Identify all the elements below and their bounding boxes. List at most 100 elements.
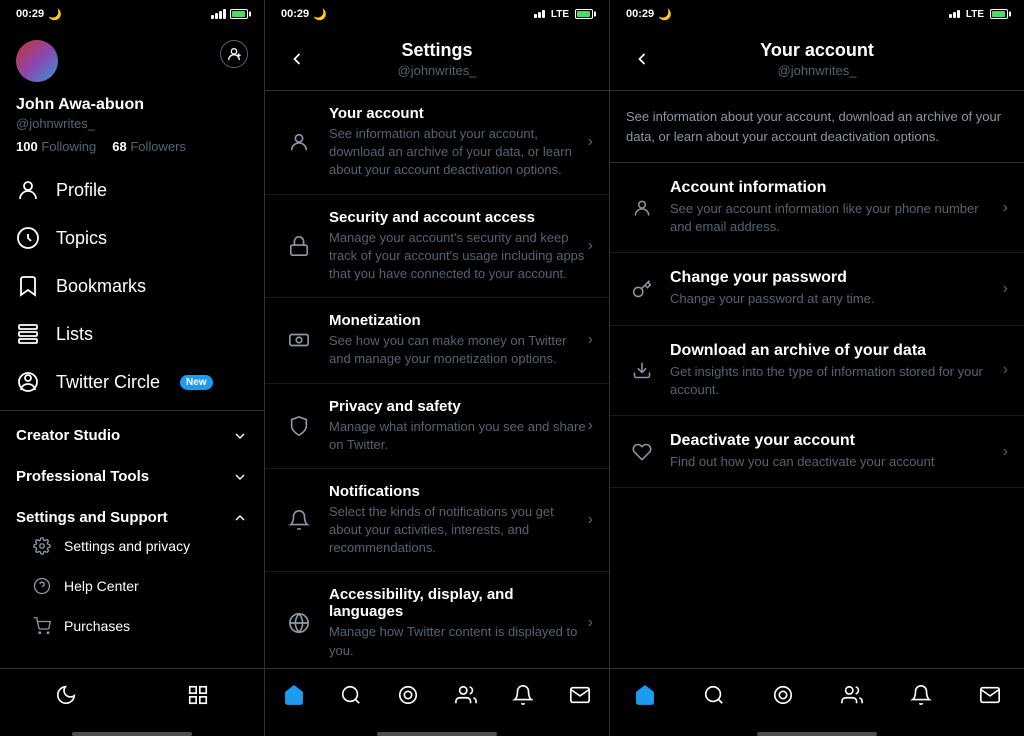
signal-area-3: LTE xyxy=(949,9,1008,20)
professional-tools-section[interactable]: Professional Tools xyxy=(0,456,264,497)
sub-item-purchases[interactable]: Purchases xyxy=(32,606,248,646)
download-archive-desc: Get insights into the type of informatio… xyxy=(670,363,1003,399)
settings-item-notifications[interactable]: Notifications Select the kinds of notifi… xyxy=(265,469,609,573)
settings-item-privacy[interactable]: Privacy and safety Manage what informati… xyxy=(265,384,609,469)
followers-stat: 68 Followers xyxy=(112,139,186,154)
settings-support-subitems: Settings and privacy Help Center xyxy=(16,526,248,646)
settings-handle: @johnwrites_ xyxy=(313,63,561,78)
time-3: 00:29 xyxy=(626,8,654,20)
monetization-title: Monetization xyxy=(329,312,588,329)
key-icon xyxy=(626,273,658,305)
bottom-people-icon-3[interactable] xyxy=(836,679,868,711)
lte-label-2: LTE xyxy=(551,9,569,20)
bottom-nav-3 xyxy=(610,668,1024,728)
ya-item-change-password[interactable]: Change your password Change your passwor… xyxy=(610,253,1024,325)
nav-label-lists: Lists xyxy=(56,324,93,345)
bottom-grid-icon[interactable] xyxy=(182,679,214,711)
bottom-home-icon-2[interactable] xyxy=(278,679,310,711)
chevron-icon-3: › xyxy=(588,331,593,349)
notifications-title: Notifications xyxy=(329,483,588,500)
creator-studio-section[interactable]: Creator Studio xyxy=(0,415,264,456)
security-icon xyxy=(281,228,317,264)
bottom-mail-icon-2[interactable] xyxy=(564,679,596,711)
battery-icon-1 xyxy=(230,9,248,19)
ya-item-account-info[interactable]: Account information See your account inf… xyxy=(610,163,1024,253)
bottom-moon-icon[interactable] xyxy=(50,679,82,711)
ya-chevron-1: › xyxy=(1003,199,1008,217)
bottom-mail-icon-3[interactable] xyxy=(974,679,1006,711)
bottom-people-icon-2[interactable] xyxy=(450,679,482,711)
download-archive-title: Download an archive of your data xyxy=(670,342,1003,360)
bottom-bell-icon-3[interactable] xyxy=(905,679,937,711)
signal-bars-3 xyxy=(949,10,960,18)
your-account-title: Your account xyxy=(658,40,976,61)
your-account-icon xyxy=(281,124,317,160)
settings-item-your-account[interactable]: Your account See information about your … xyxy=(265,91,609,195)
signal-area-1 xyxy=(211,9,248,19)
ya-chevron-2: › xyxy=(1003,280,1008,298)
home-indicator-1 xyxy=(72,732,192,736)
back-button-2[interactable] xyxy=(281,43,313,75)
ya-item-download-archive[interactable]: Download an archive of your data Get ins… xyxy=(610,326,1024,416)
bell-icon xyxy=(281,502,317,538)
deactivate-title: Deactivate your account xyxy=(670,432,1003,450)
your-account-desc: See information about your account, down… xyxy=(329,125,588,180)
your-account-intro: See information about your account, down… xyxy=(610,91,1024,163)
time-1: 00:29 xyxy=(16,8,44,20)
bottom-search-icon-2[interactable] xyxy=(335,679,367,711)
chevron-icon-6: › xyxy=(588,614,593,632)
change-password-title: Change your password xyxy=(670,269,1003,287)
back-button-3[interactable] xyxy=(626,43,658,75)
avatar[interactable] xyxy=(16,40,58,82)
bottom-spaces-icon-2[interactable] xyxy=(392,679,424,711)
your-account-header-center: Your account @johnwrites_ xyxy=(658,40,976,78)
panel-your-account: 00:29 🌙 LTE Your account @johnwrites_ xyxy=(610,0,1024,736)
lte-label-3: LTE xyxy=(966,9,984,20)
sub-item-settings-privacy[interactable]: Settings and privacy xyxy=(32,526,248,566)
accessibility-desc: Manage how Twitter content is displayed … xyxy=(329,623,588,659)
nav-item-lists[interactable]: Lists xyxy=(0,310,264,358)
account-info-desc: See your account information like your p… xyxy=(670,200,1003,236)
nav-label-bookmarks: Bookmarks xyxy=(56,276,146,297)
bookmark-icon xyxy=(16,274,40,298)
bottom-spaces-icon-3[interactable] xyxy=(767,679,799,711)
settings-support-section[interactable]: Settings and Support Settings and privac… xyxy=(0,497,264,658)
ya-item-deactivate[interactable]: Deactivate your account Find out how you… xyxy=(610,416,1024,488)
home-indicator-3 xyxy=(757,732,877,736)
settings-support-header: Settings and Support xyxy=(16,509,248,526)
download-icon xyxy=(626,354,658,386)
settings-list: Your account See information about your … xyxy=(265,91,609,668)
chevron-icon-2: › xyxy=(588,237,593,255)
user-section xyxy=(0,28,264,90)
nav-item-twitter-circle[interactable]: Twitter Circle New xyxy=(0,358,264,406)
settings-title: Settings xyxy=(313,40,561,61)
settings-header: Settings @johnwrites_ xyxy=(265,28,609,91)
gear-icon xyxy=(32,536,52,556)
security-title: Security and account access xyxy=(329,209,588,226)
nav-item-bookmarks[interactable]: Bookmarks xyxy=(0,262,264,310)
moon-icon-1: 🌙 xyxy=(48,8,62,21)
bar3 xyxy=(219,11,222,19)
nav-item-topics[interactable]: Topics xyxy=(0,214,264,262)
bottom-home-icon-3[interactable] xyxy=(629,679,661,711)
settings-item-security[interactable]: Security and account access Manage your … xyxy=(265,195,609,299)
following-stat: 100 Following xyxy=(16,139,96,154)
user-info: John Awa-abuon @johnwrites_ xyxy=(0,90,264,131)
sub-item-help-center[interactable]: Help Center xyxy=(32,566,248,606)
topics-icon xyxy=(16,226,40,250)
creator-studio-header: Creator Studio xyxy=(16,427,248,444)
bottom-search-icon-3[interactable] xyxy=(698,679,730,711)
chevron-icon-5: › xyxy=(588,511,593,529)
add-account-button[interactable] xyxy=(220,40,248,68)
signal-bars-1 xyxy=(211,9,226,19)
chevron-down-icon xyxy=(232,428,248,444)
accessibility-icon xyxy=(281,605,317,641)
bottom-bell-icon-2[interactable] xyxy=(507,679,539,711)
nav-item-profile[interactable]: Profile xyxy=(0,166,264,214)
bottom-nav-1 xyxy=(0,668,264,728)
change-password-desc: Change your password at any time. xyxy=(670,290,1003,308)
status-bar-1: 00:29 🌙 xyxy=(0,0,264,28)
settings-item-accessibility[interactable]: Accessibility, display, and languages Ma… xyxy=(265,572,609,668)
shield-icon xyxy=(281,408,317,444)
settings-item-monetization[interactable]: Monetization See how you can make money … xyxy=(265,298,609,383)
